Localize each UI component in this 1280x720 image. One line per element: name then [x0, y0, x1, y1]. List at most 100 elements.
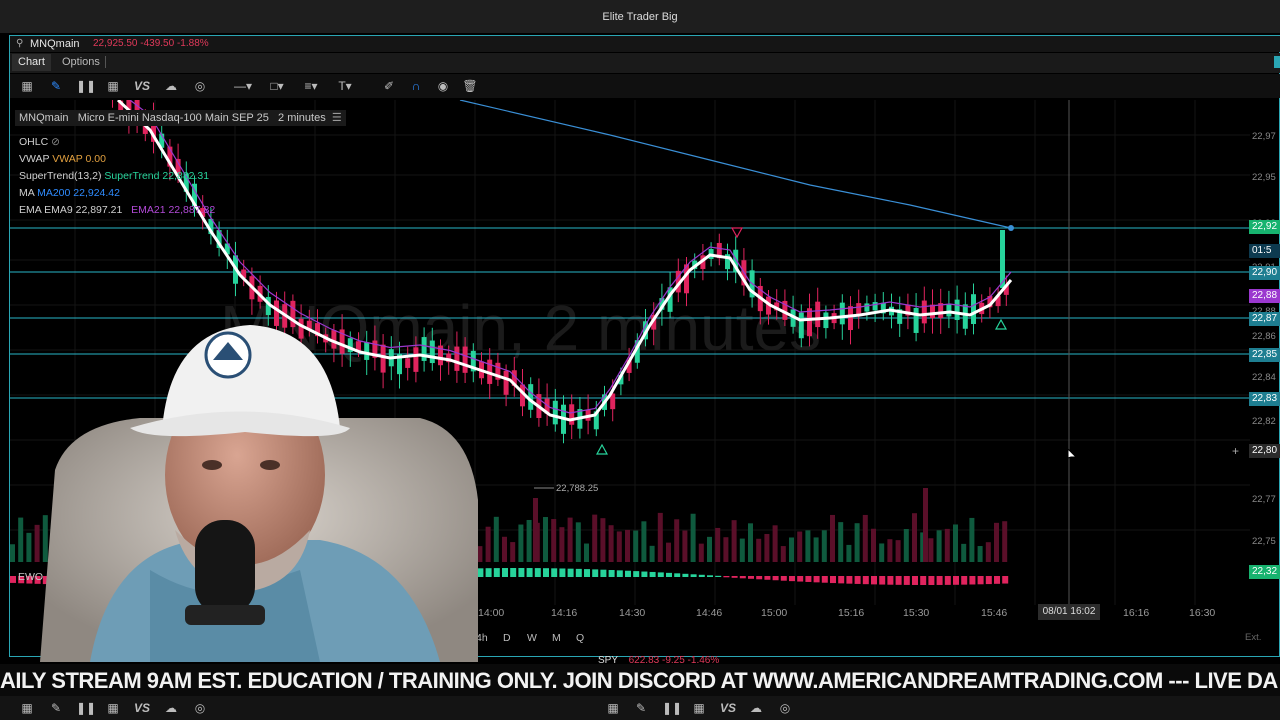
- time-label: 14:46: [696, 607, 723, 619]
- fib-tool-icon[interactable]: ≡▾: [298, 78, 324, 94]
- ewo-bar: [666, 572, 672, 577]
- candle-body: [946, 303, 952, 317]
- indicator-vwap[interactable]: VWAP VWAP 0.00: [19, 153, 106, 165]
- volume-bar: [985, 542, 991, 562]
- volume-bar: [567, 517, 573, 562]
- time-label: 14:00: [478, 607, 505, 619]
- candle-body: [848, 306, 853, 331]
- pencil-icon[interactable]: ✎: [48, 78, 64, 94]
- volume-bar: [723, 537, 729, 562]
- bars-icon[interactable]: ❚❚: [662, 700, 682, 716]
- menu-icon[interactable]: ☰: [332, 112, 342, 124]
- text-tool-icon[interactable]: T▾: [332, 78, 358, 94]
- chart-type-icon[interactable]: ▦: [605, 700, 621, 716]
- ewo-bar: [551, 568, 558, 577]
- compare-icon[interactable]: VS: [134, 78, 150, 94]
- price-axis-label: 22,84: [1252, 372, 1276, 383]
- grid-icon[interactable]: ▦: [105, 700, 121, 716]
- interval-m[interactable]: M: [552, 632, 561, 644]
- ewo-bar: [600, 569, 607, 577]
- ewo-bar: [748, 576, 754, 579]
- symbol-quote: 22,925.50 -439.50 -1.88%: [93, 38, 209, 49]
- ewo-bar: [994, 576, 1000, 584]
- cloud-icon[interactable]: ☁: [748, 700, 764, 716]
- volume-bar: [912, 513, 917, 562]
- add-alert-icon[interactable]: +: [1232, 444, 1239, 458]
- grid-icon[interactable]: ▦: [691, 700, 707, 716]
- pencil-icon[interactable]: ✎: [633, 700, 649, 716]
- volume-bar: [969, 517, 975, 562]
- ewo-bar: [813, 576, 820, 583]
- magnet-icon[interactable]: ∩: [408, 78, 424, 94]
- grid-icon[interactable]: ▦: [105, 78, 121, 94]
- volume-bar: [731, 520, 737, 562]
- ma200-line: [459, 100, 1012, 229]
- line-tool-icon[interactable]: —▾: [230, 78, 256, 94]
- link-indicator[interactable]: [1274, 56, 1280, 68]
- volume-bar: [994, 522, 999, 562]
- price-tag-level: 22,85: [1249, 348, 1280, 362]
- volume-bar: [944, 528, 950, 562]
- ewo-bar: [502, 568, 508, 577]
- search-icon[interactable]: ⚲: [16, 38, 23, 49]
- volume-bar: [657, 512, 663, 562]
- interval-w[interactable]: W: [527, 632, 537, 644]
- bars-icon[interactable]: ❚❚: [76, 78, 96, 94]
- target-icon[interactable]: ◎: [777, 700, 793, 716]
- trash-icon[interactable]: 🗑: [462, 78, 478, 94]
- indicator-ohlc[interactable]: OHLC ⊘: [19, 136, 60, 148]
- volume-bar: [682, 530, 688, 562]
- price-axis-label: 22,77: [1252, 494, 1276, 505]
- low-price-label: 22,788.25: [556, 483, 598, 494]
- volume-bar: [526, 519, 532, 562]
- hide-eye-icon[interactable]: ⊘: [51, 136, 60, 148]
- price-axis-label: 22,95: [1252, 172, 1276, 183]
- ewo-bar: [625, 570, 631, 577]
- time-label: 15:46: [981, 607, 1008, 619]
- pencil-icon[interactable]: ✎: [48, 700, 64, 716]
- extended-hours-toggle[interactable]: Ext.: [1245, 632, 1261, 643]
- candle-body: [552, 400, 558, 425]
- volume-bar: [616, 531, 622, 562]
- compare-icon[interactable]: VS: [720, 700, 736, 716]
- ewo-bar: [953, 576, 959, 585]
- chart-interval[interactable]: 2 minutes: [278, 112, 326, 124]
- eye-icon[interactable]: ◉: [435, 78, 451, 94]
- symbol-name[interactable]: MNQmain: [30, 38, 80, 50]
- ewo-bar: [575, 568, 582, 577]
- volume-bar: [608, 525, 614, 562]
- shape-tool-icon[interactable]: □▾: [264, 78, 290, 94]
- cloud-icon[interactable]: ☁: [163, 78, 179, 94]
- ewo-bar: [608, 570, 615, 577]
- indicator-supertrend[interactable]: SuperTrend(13,2) SuperTrend 22,882.31: [19, 170, 209, 182]
- volume-bar: [805, 530, 811, 562]
- buy-signal-marker: [595, 443, 609, 455]
- tab-options[interactable]: Options: [62, 56, 100, 68]
- last-price-dot: [1008, 225, 1014, 231]
- chart-symbol[interactable]: MNQmain: [19, 112, 69, 124]
- volume-bar: [977, 546, 983, 562]
- price-tag-level: 22,83: [1249, 392, 1280, 406]
- ewo-bar: [715, 575, 722, 577]
- candle-body: [921, 300, 927, 324]
- bars-icon[interactable]: ❚❚: [76, 700, 96, 716]
- window-title: Elite Trader Big: [602, 11, 678, 23]
- ewo-bar: [1002, 576, 1009, 584]
- interval-q[interactable]: Q: [576, 632, 584, 644]
- ewo-bar: [707, 575, 713, 577]
- indicator-ma[interactable]: MA MA200 22,924.42: [19, 187, 120, 199]
- volume-bar: [493, 516, 499, 562]
- chart-type-icon[interactable]: ▦: [19, 78, 35, 94]
- candle-body: [798, 312, 804, 339]
- cloud-icon[interactable]: ☁: [163, 700, 179, 716]
- target-icon[interactable]: ◎: [192, 78, 208, 94]
- tab-chart[interactable]: Chart: [12, 54, 51, 71]
- indicator-ema[interactable]: EMA EMA9 22,897.21 EMA21 22,887.82: [19, 204, 215, 216]
- volume-bar: [936, 530, 942, 562]
- target-icon[interactable]: ◎: [192, 700, 208, 716]
- chart-type-icon[interactable]: ▦: [19, 700, 35, 716]
- compare-icon[interactable]: VS: [134, 700, 150, 716]
- symbol-bar[interactable]: ⚲ MNQmain 22,925.50 -439.50 -1.88%: [10, 36, 1280, 52]
- brush-icon[interactable]: ✐: [381, 78, 397, 94]
- interval-d[interactable]: D: [503, 632, 511, 644]
